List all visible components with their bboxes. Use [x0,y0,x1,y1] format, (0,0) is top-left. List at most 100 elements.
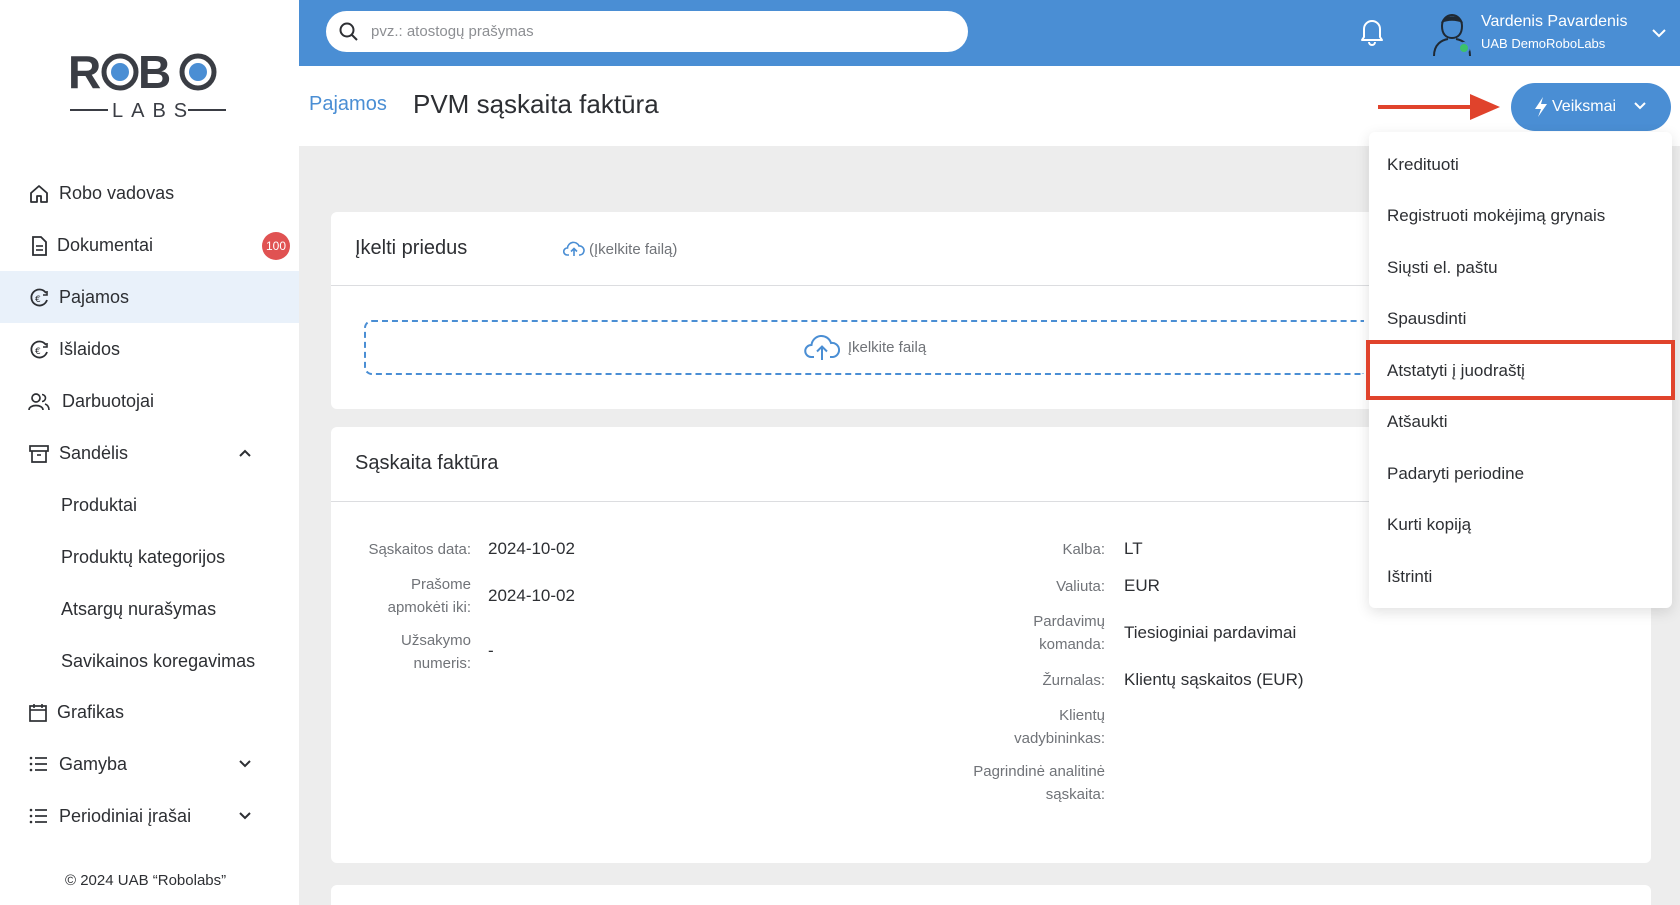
invoice-date-value: 2024-10-02 [488,539,575,558]
online-status-indicator [1458,42,1470,54]
sidebar-item-grafikas[interactable]: Grafikas [0,686,299,738]
sidebar-item-label: Grafikas [57,701,125,722]
chevron-down-icon [1634,102,1646,110]
sidebar: R B LABS Robo vadovas Dokumentai 100 € P… [0,0,299,905]
robolabs-logo[interactable]: R B LABS [68,46,228,124]
file-dropzone[interactable]: Įkelkite failą [364,320,1364,375]
chevron-down-icon[interactable] [237,756,253,772]
sales-team-label: Pardavimų komanda: [1033,613,1105,653]
currency-value: EUR [1124,576,1160,595]
sidebar-item-gamyba[interactable]: Gamyba [0,738,299,790]
sidebar-subitem-produktai[interactable]: Produktai [0,479,299,531]
highlight-annotation-box [1366,340,1675,400]
sidebar-item-label: Savikainos koregavimas [61,650,256,671]
sidebar-item-robo-vadovas[interactable]: Robo vadovas [0,167,299,219]
upload-file-link[interactable]: (Įkelkite failą) [563,240,677,258]
document-icon [32,236,47,256]
menu-item-atsaukti[interactable]: Atšaukti [1387,412,1447,432]
menu-item-istrinti[interactable]: Ištrinti [1387,567,1432,587]
chevron-up-icon[interactable] [237,445,253,461]
language-label: Kalba: [1062,541,1105,558]
user-company[interactable]: UAB DemoRoboLabs [1481,36,1605,51]
sidebar-item-label: Robo vadovas [59,182,175,203]
sidebar-item-label: Gamyba [59,753,128,774]
topbar: Vardenis Pavardenis UAB DemoRoboLabs [299,0,1680,66]
calendar-icon [29,704,47,722]
sidebar-item-label: Produktai [61,494,138,515]
sidebar-item-label: Darbuotojai [62,390,155,411]
sidebar-item-periodiniai-irasai[interactable]: Periodiniai įrašai [0,790,299,842]
chevron-down-icon[interactable] [1650,24,1668,42]
language-value: LT [1124,539,1143,558]
menu-item-kredituoti[interactable]: Kredituoti [1387,155,1459,175]
sidebar-item-label: Produktų kategorijos [61,546,226,567]
search-bar[interactable] [326,11,968,52]
sidebar-item-pajamos[interactable]: € Pajamos [0,271,299,323]
user-name[interactable]: Vardenis Pavardenis [1481,13,1627,31]
journal-value: Klientų sąskaitos (EUR) [1124,670,1304,689]
sidebar-subitem-atsargu-nurasymas[interactable]: Atsargų nurašymas [0,583,299,635]
svg-text:R: R [68,46,101,98]
account-manager-label: Klientų vadybininkas: [1014,707,1105,747]
sales-team-value: Tiesioginiai pardavimai [1124,623,1297,642]
invoice-title: Sąskaita faktūra [355,452,499,474]
sidebar-item-islaidos[interactable]: € Išlaidos [0,323,299,375]
menu-item-registruoti-mokejima[interactable]: Registruoti mokėjimą grynais [1387,206,1605,226]
sidebar-subitem-produktu-kategorijos[interactable]: Produktų kategorijos [0,531,299,583]
svg-text:€: € [35,347,41,357]
users-icon [28,393,50,411]
sidebar-subitem-savikainos-koregavimas[interactable]: Savikainos koregavimas [0,635,299,687]
due-date-value: 2024-10-02 [488,586,575,605]
list-icon [29,756,47,772]
menu-item-siusti-el-pastu[interactable]: Siųsti el. paštu [1387,258,1498,278]
search-icon [339,22,358,41]
sidebar-item-label: Periodiniai įrašai [59,805,192,826]
page-title: PVM sąskaita faktūra [413,89,659,119]
sidebar-item-sandelis[interactable]: Sandėlis [0,427,299,479]
sidebar-item-darbuotojai[interactable]: Darbuotojai [0,375,299,427]
cloud-upload-icon [804,334,840,360]
svg-text:€: € [35,295,41,305]
actions-button-label: Veiksmai [1552,98,1617,115]
journal-label: Žurnalas: [1042,672,1105,689]
home-icon [30,185,48,203]
due-date-label: Prašome apmokėti iki: [387,576,471,616]
menu-item-spausdinti[interactable]: Spausdinti [1387,309,1466,329]
svg-text:LABS: LABS [112,100,195,122]
sidebar-item-label: Išlaidos [59,338,121,359]
divider [331,501,1371,502]
order-number-label: Užsakymo numeris: [400,632,471,672]
euro-circle-icon: € [30,340,48,359]
menu-item-kurti-kopija[interactable]: Kurti kopiją [1387,515,1471,535]
currency-label: Valiuta: [1056,578,1105,595]
next-card [331,885,1651,905]
sidebar-item-dokumentai[interactable]: Dokumentai 100 [0,219,299,271]
arrow-right-annotation-icon [1378,94,1500,120]
list-icon [29,808,47,824]
upload-link-label: (Įkelkite failą) [589,240,678,258]
dropzone-label: Įkelkite failą [847,339,927,356]
bell-icon[interactable] [1358,16,1386,46]
svg-text:B: B [138,46,171,98]
notification-badge: 100 [262,232,290,260]
sidebar-item-label: Sandėlis [59,442,129,463]
search-input[interactable] [371,11,951,52]
avatar[interactable] [1426,8,1478,58]
divider [331,285,1371,286]
attachments-title: Įkelti priedus [355,237,468,259]
breadcrumb[interactable]: Pajamos [309,93,387,116]
chevron-down-icon[interactable] [237,808,253,824]
analytic-account-label: Pagrindinė analitinė sąskaita: [973,763,1105,803]
copyright: © 2024 UAB “Robolabs” [65,872,227,889]
archive-icon [29,445,49,463]
actions-dropdown-button[interactable]: Veiksmai [1511,83,1671,131]
euro-circle-icon: € [30,288,48,307]
cloud-upload-icon [563,241,585,256]
sidebar-item-label: Pajamos [59,286,130,307]
sidebar-item-label: Dokumentai [57,234,154,255]
invoice-date-label: Sąskaitos data: [368,541,471,558]
lightning-icon [1535,97,1547,117]
sidebar-item-label: Atsargų nurašymas [61,598,217,619]
order-number-value: - [488,641,494,660]
menu-item-padaryti-periodine[interactable]: Padaryti periodine [1387,464,1524,484]
